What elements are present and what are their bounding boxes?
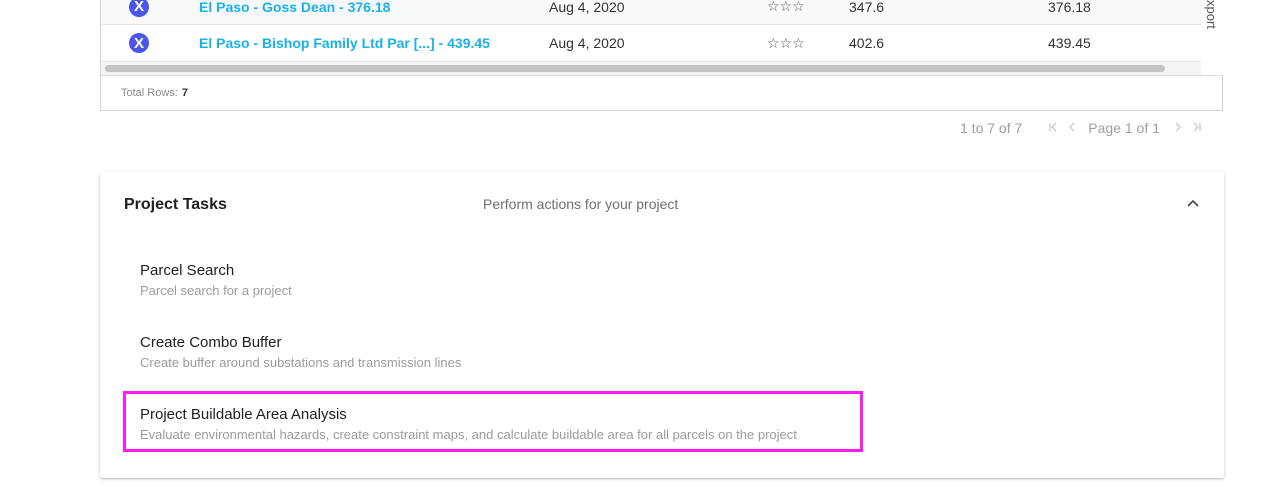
task-description: Parcel search for a project <box>140 283 292 298</box>
x-circle-icon[interactable]: X <box>129 0 149 17</box>
total-rows-count: 7 <box>181 87 188 99</box>
highlight-box <box>123 391 863 452</box>
table-row[interactable]: X El Paso - Goss Dean - 376.18 Aug 4, 20… <box>101 0 1201 25</box>
export-tab-label: xport <box>1204 0 1219 29</box>
value-cell: 347.6 <box>849 0 885 15</box>
task-title: Create Combo Buffer <box>140 334 282 351</box>
project-name-link[interactable]: El Paso - Goss Dean - 376.18 <box>199 0 390 15</box>
x-circle-icon[interactable]: X <box>129 33 149 53</box>
card-subtitle: Perform actions for your project <box>483 196 679 212</box>
horizontal-scrollbar[interactable] <box>101 61 1201 75</box>
grid-body: X El Paso - Goss Dean - 376.18 Aug 4, 20… <box>101 0 1201 75</box>
scrollbar-thumb[interactable] <box>105 65 1165 72</box>
card-title: Project Tasks <box>124 196 227 213</box>
pagination: 1 to 7 of 7 Page 1 of 1 <box>960 119 1212 137</box>
table-row[interactable]: X El Paso - Bishop Family Ltd Par [...] … <box>101 25 1201 61</box>
last-page-icon[interactable] <box>1192 121 1202 135</box>
star-rating[interactable]: ☆☆☆ <box>767 35 805 52</box>
previous-page-icon[interactable] <box>1068 121 1076 135</box>
page: X El Paso - Goss Dean - 376.18 Aug 4, 20… <box>0 0 1285 495</box>
star-rating[interactable]: ☆☆☆ <box>767 0 805 15</box>
task-create-combo-buffer[interactable]: Create Combo Buffer Create buffer around… <box>140 334 900 370</box>
pagination-range: 1 to 7 of 7 <box>960 120 1023 136</box>
grid-status-bar: Total Rows: 7 <box>101 75 1222 110</box>
date-cell: Aug 4, 2020 <box>549 35 625 51</box>
task-description: Create buffer around substations and tra… <box>140 355 462 370</box>
page-indicator: Page 1 of 1 <box>1088 120 1160 136</box>
task-parcel-search[interactable]: Parcel Search Parcel search for a projec… <box>140 262 900 298</box>
date-cell: Aug 4, 2020 <box>549 0 625 15</box>
value-cell: 376.18 <box>1048 0 1091 15</box>
task-title: Parcel Search <box>140 262 235 279</box>
chevron-up-icon[interactable] <box>1182 192 1204 214</box>
results-grid: X El Paso - Goss Dean - 376.18 Aug 4, 20… <box>100 0 1223 111</box>
total-rows-label: Total Rows: <box>121 87 178 99</box>
next-page-icon[interactable] <box>1174 121 1182 135</box>
value-cell: 402.6 <box>849 35 885 51</box>
value-cell: 439.45 <box>1048 35 1091 51</box>
export-side-tab[interactable]: xport <box>1201 0 1223 75</box>
first-page-icon[interactable] <box>1048 121 1058 135</box>
project-name-link[interactable]: El Paso - Bishop Family Ltd Par [...] - … <box>199 35 490 51</box>
